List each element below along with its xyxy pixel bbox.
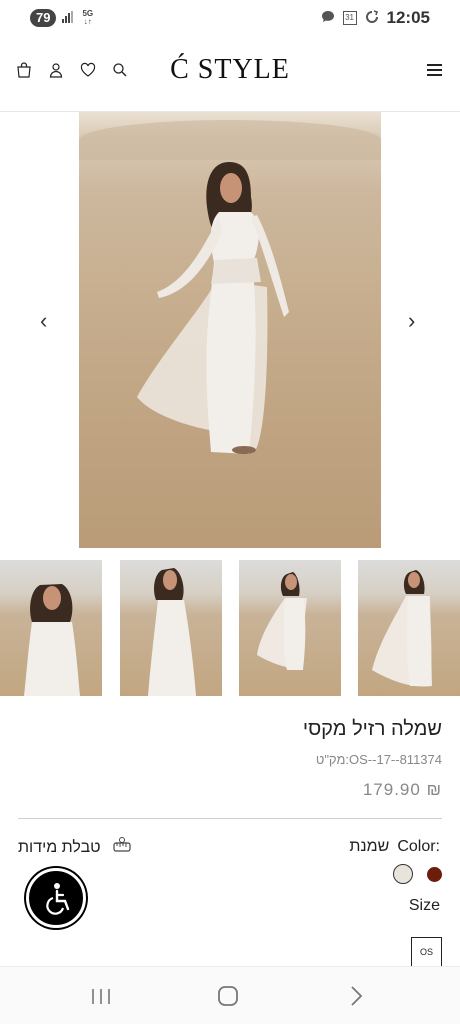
signal-icon	[62, 10, 76, 26]
battery-indicator: 79	[30, 9, 57, 27]
thumbnail-1[interactable]	[0, 560, 102, 696]
android-nav-bar	[0, 966, 460, 1024]
home-icon[interactable]	[213, 981, 243, 1011]
product-main-image[interactable]	[79, 112, 381, 548]
thumbnail-3[interactable]	[239, 560, 341, 696]
prev-image-arrow[interactable]: ‹	[40, 310, 47, 332]
calendar-icon: 31	[342, 11, 357, 25]
product-price: 179.90 ₪	[362, 780, 442, 799]
size-label: Size	[408, 897, 440, 914]
thumbnail-strip	[0, 560, 460, 696]
site-logo[interactable]: Ć STYLE	[0, 54, 460, 86]
status-bar: 79 5G ↓↑ 31 12:05	[0, 0, 460, 38]
thumbnail-4[interactable]	[358, 560, 460, 696]
next-image-arrow[interactable]: ›	[408, 310, 415, 332]
accessibility-icon	[46, 883, 70, 915]
color-selector-label: שמנת Color:	[349, 838, 440, 856]
product-title: שמלה רזיל מקסי	[302, 718, 442, 740]
site-header: Ć STYLE	[0, 40, 460, 112]
size-table-link[interactable]: טבלת מידות	[18, 836, 133, 859]
accessibility-button[interactable]	[26, 868, 86, 928]
size-option-os[interactable]: OS	[411, 937, 442, 968]
color-label: Color:	[397, 838, 440, 855]
chat-icon	[321, 10, 335, 26]
color-swatch-brown[interactable]	[427, 866, 442, 882]
sync-icon	[365, 9, 379, 27]
clock: 12:05	[386, 8, 430, 27]
color-swatch-cream[interactable]	[393, 864, 413, 884]
product-sku: מק"ט:OS--17--811374	[315, 752, 442, 767]
color-value: שמנת	[349, 838, 390, 855]
divider	[18, 818, 442, 819]
thumbnail-2[interactable]	[120, 560, 222, 696]
recent-apps-icon[interactable]	[86, 981, 116, 1011]
back-icon[interactable]	[342, 981, 372, 1011]
size-table-label: טבלת מידות	[18, 838, 101, 856]
measuring-tape-icon	[111, 836, 133, 859]
network-type: 5G ↓↑	[82, 9, 94, 26]
menu-icon[interactable]	[427, 64, 442, 78]
color-swatches	[393, 864, 442, 884]
